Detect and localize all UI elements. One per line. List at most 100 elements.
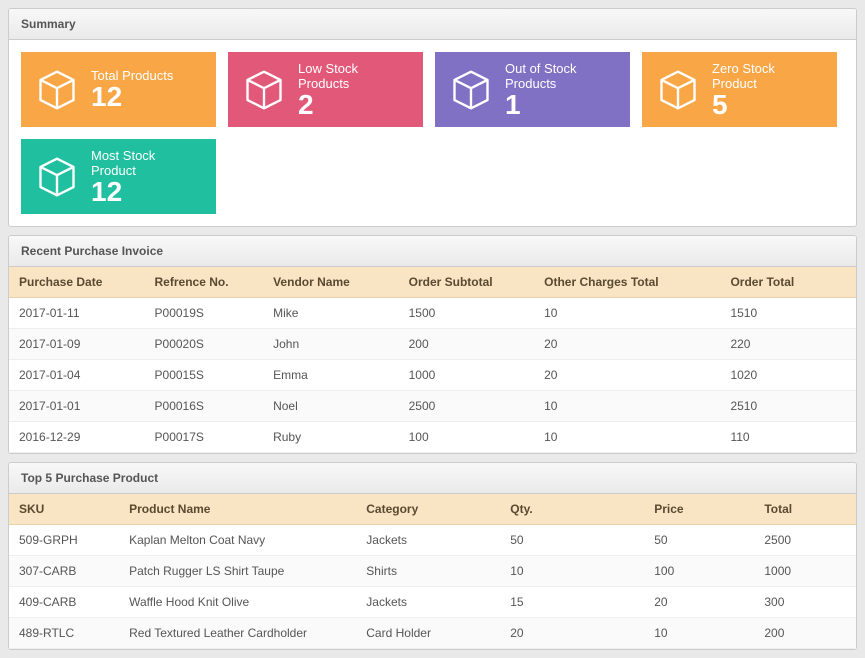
invoices-title: Recent Purchase Invoice [9,236,856,267]
column-header[interactable]: Order Total [720,267,856,298]
table-cell: 15 [500,587,644,618]
table-cell: 2017-01-11 [9,298,145,329]
table-cell: P00016S [145,391,264,422]
table-cell: 2017-01-09 [9,329,145,360]
column-header[interactable]: Other Charges Total [534,267,720,298]
table-cell: 1020 [720,360,856,391]
card-label: Most Stock Product [91,148,202,178]
table-cell: 2500 [399,391,535,422]
box-icon [35,68,79,112]
card-value: 2 [298,91,409,119]
table-cell: 110 [720,422,856,453]
table-row[interactable]: 489-RTLCRed Textured Leather CardholderC… [9,618,856,649]
table-cell: 200 [754,618,856,649]
summary-panel: Summary Total Products12Low Stock Produc… [8,8,857,227]
table-cell: Jackets [356,587,500,618]
table-cell: 20 [534,329,720,360]
table-cell: 2017-01-01 [9,391,145,422]
table-cell: Card Holder [356,618,500,649]
summary-card-4[interactable]: Most Stock Product12 [21,139,216,214]
table-cell: 509-GRPH [9,525,119,556]
table-row[interactable]: 409-CARBWaffle Hood Knit OliveJackets152… [9,587,856,618]
box-icon [656,68,700,112]
table-cell: 2017-01-04 [9,360,145,391]
table-cell: P00015S [145,360,264,391]
table-row[interactable]: 2016-12-29P00017SRuby10010110 [9,422,856,453]
table-cell: 489-RTLC [9,618,119,649]
table-cell: 20 [500,618,644,649]
table-cell: 300 [754,587,856,618]
table-cell: P00020S [145,329,264,360]
table-cell: 100 [644,556,754,587]
table-cell: Jackets [356,525,500,556]
invoices-panel: Recent Purchase Invoice Purchase DateRef… [8,235,857,454]
column-header[interactable]: Price [644,494,754,525]
table-cell: P00019S [145,298,264,329]
column-header[interactable]: Order Subtotal [399,267,535,298]
card-label: Out of Stock Products [505,61,616,91]
card-value: 1 [505,91,616,119]
table-row[interactable]: 307-CARBPatch Rugger LS Shirt TaupeShirt… [9,556,856,587]
table-cell: 1000 [754,556,856,587]
summary-card-0[interactable]: Total Products12 [21,52,216,127]
top-products-panel: Top 5 Purchase Product SKUProduct NameCa… [8,462,857,650]
table-cell: 220 [720,329,856,360]
box-icon [449,68,493,112]
table-cell: Kaplan Melton Coat Navy [119,525,356,556]
summary-title: Summary [9,9,856,40]
table-cell: 10 [534,391,720,422]
column-header[interactable]: Product Name [119,494,356,525]
column-header[interactable]: Purchase Date [9,267,145,298]
table-cell: John [263,329,399,360]
table-cell: Waffle Hood Knit Olive [119,587,356,618]
column-header[interactable]: SKU [9,494,119,525]
table-cell: 20 [534,360,720,391]
table-row[interactable]: 2017-01-11P00019SMike1500101510 [9,298,856,329]
column-header[interactable]: Total [754,494,856,525]
table-cell: 50 [644,525,754,556]
table-cell: Shirts [356,556,500,587]
top-products-table: SKUProduct NameCategoryQty.PriceTotal 50… [9,494,856,649]
table-cell: Mike [263,298,399,329]
column-header[interactable]: Refrence No. [145,267,264,298]
table-cell: Ruby [263,422,399,453]
table-cell: 10 [534,422,720,453]
card-value: 12 [91,178,202,206]
table-cell: 50 [500,525,644,556]
table-row[interactable]: 2017-01-01P00016SNoel2500102510 [9,391,856,422]
table-cell: 10 [534,298,720,329]
column-header[interactable]: Category [356,494,500,525]
table-cell: 10 [500,556,644,587]
table-cell: 200 [399,329,535,360]
table-cell: 409-CARB [9,587,119,618]
table-cell: P00017S [145,422,264,453]
table-cell: 2510 [720,391,856,422]
card-label: Zero Stock Product [712,61,823,91]
summary-card-1[interactable]: Low Stock Products2 [228,52,423,127]
summary-cards: Total Products12Low Stock Products2Out o… [9,40,856,226]
table-row[interactable]: 509-GRPHKaplan Melton Coat NavyJackets50… [9,525,856,556]
table-row[interactable]: 2017-01-09P00020SJohn20020220 [9,329,856,360]
table-cell: 20 [644,587,754,618]
box-icon [35,155,79,199]
table-row[interactable]: 2017-01-04P00015SEmma1000201020 [9,360,856,391]
summary-card-2[interactable]: Out of Stock Products1 [435,52,630,127]
card-value: 12 [91,83,173,111]
box-icon [242,68,286,112]
top-products-title: Top 5 Purchase Product [9,463,856,494]
table-cell: Patch Rugger LS Shirt Taupe [119,556,356,587]
card-value: 5 [712,91,823,119]
invoices-table: Purchase DateRefrence No.Vendor NameOrde… [9,267,856,453]
table-cell: 100 [399,422,535,453]
column-header[interactable]: Qty. [500,494,644,525]
table-cell: 1510 [720,298,856,329]
table-cell: Noel [263,391,399,422]
column-header[interactable]: Vendor Name [263,267,399,298]
table-cell: Red Textured Leather Cardholder [119,618,356,649]
table-cell: 2016-12-29 [9,422,145,453]
table-cell: Emma [263,360,399,391]
table-cell: 1000 [399,360,535,391]
table-cell: 307-CARB [9,556,119,587]
summary-card-3[interactable]: Zero Stock Product5 [642,52,837,127]
table-cell: 1500 [399,298,535,329]
